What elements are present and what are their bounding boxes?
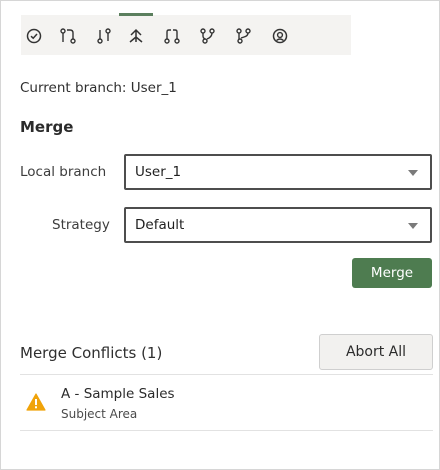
- warning-icon: [26, 393, 46, 411]
- merge-icon[interactable]: [119, 13, 153, 47]
- git-fork-icon[interactable]: [233, 25, 255, 47]
- merge-conflicts-title: Merge Conflicts (1): [20, 344, 163, 362]
- git-compare-icon[interactable]: [57, 25, 79, 47]
- conflict-item-title: A - Sample Sales: [61, 386, 175, 402]
- chevron-down-icon: [408, 223, 418, 229]
- local-branch-select[interactable]: User_1: [124, 154, 432, 190]
- git-pull-request-icon[interactable]: [161, 25, 183, 47]
- merge-panel: Current branch: User_1 Merge Local branc…: [0, 0, 440, 470]
- chevron-down-icon: [408, 170, 418, 176]
- current-branch-text: Current branch: User_1: [20, 80, 177, 96]
- merge-section-title: Merge: [20, 118, 74, 136]
- divider: [20, 374, 433, 375]
- merge-button[interactable]: Merge: [352, 258, 432, 288]
- toolbar: [21, 13, 351, 55]
- conflict-item-subtitle: Subject Area: [61, 407, 138, 421]
- check-circle-icon[interactable]: [23, 25, 45, 47]
- local-branch-value: User_1: [135, 164, 182, 180]
- user-circle-icon[interactable]: [269, 25, 291, 47]
- git-branch-icon[interactable]: [197, 25, 219, 47]
- strategy-value: Default: [135, 217, 185, 233]
- git-pull-icon[interactable]: [93, 25, 115, 47]
- abort-all-button[interactable]: Abort All: [319, 334, 433, 370]
- divider: [20, 430, 433, 431]
- strategy-label: Strategy: [52, 217, 110, 233]
- strategy-select[interactable]: Default: [124, 207, 432, 243]
- local-branch-label: Local branch: [20, 164, 107, 180]
